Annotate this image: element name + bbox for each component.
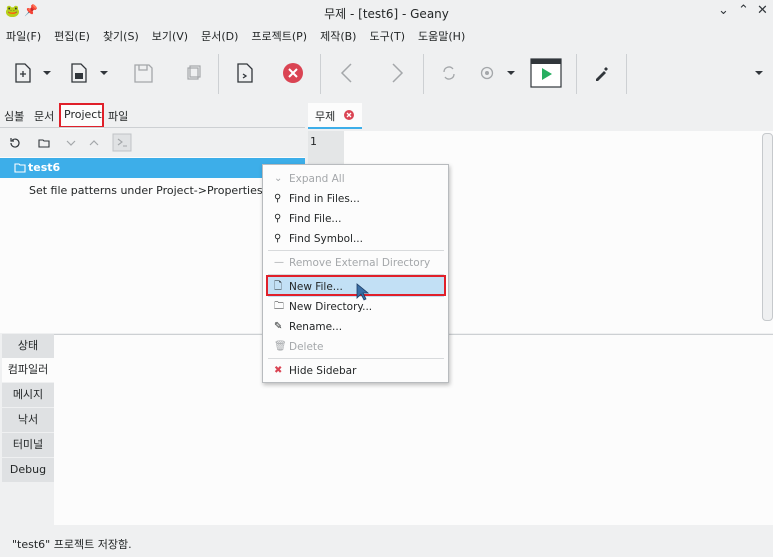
- new-folder-icon: 🗀: [274, 301, 284, 312]
- project-tab-highlight: [59, 103, 104, 128]
- menu-search[interactable]: 찾기(S): [95, 24, 144, 44]
- project-toolbar: [0, 131, 305, 155]
- toolbar-separator: [626, 54, 627, 94]
- editor-tab-label: 무제: [315, 110, 336, 123]
- menu-item-expand-all[interactable]: ⌄ Expand All: [268, 169, 444, 189]
- tab-compiler[interactable]: 컴파일러: [2, 358, 54, 382]
- active-tab-indicator: [308, 127, 362, 129]
- menu-separator: [268, 250, 444, 251]
- folder-icon: [14, 163, 26, 173]
- navigate-back-icon[interactable]: [334, 60, 360, 86]
- tab-documents[interactable]: 문서: [34, 108, 54, 124]
- tab-status[interactable]: 상태: [2, 334, 54, 358]
- search-icon: ⚲: [274, 233, 282, 244]
- refresh-icon[interactable]: [8, 136, 22, 150]
- minimize-button[interactable]: ⌄: [718, 3, 729, 18]
- tab-terminal[interactable]: 터미널: [2, 433, 54, 457]
- menu-item-rename[interactable]: ✎ Rename...: [268, 317, 444, 337]
- tree-hint: Set file patterns under Project->Propert…: [29, 184, 263, 197]
- menu-file[interactable]: 파일(F): [0, 24, 46, 44]
- menu-help[interactable]: 도움말(H): [410, 24, 470, 44]
- toolbar-separator: [218, 54, 219, 94]
- follow-selection-icon[interactable]: [112, 133, 132, 152]
- menu-item-find-file[interactable]: ⚲ Find File...: [268, 209, 444, 229]
- tab-symbols[interactable]: 심볼: [4, 108, 24, 124]
- maximize-button[interactable]: ⌃: [738, 3, 749, 18]
- build-icon[interactable]: [474, 60, 500, 86]
- remove-icon: —: [274, 257, 284, 268]
- status-bar: "test6" 프로젝트 저장함.: [0, 530, 773, 557]
- hide-sidebar-icon: ✖: [274, 365, 283, 376]
- save-icon[interactable]: [130, 60, 156, 86]
- tree-row-project[interactable]: test6: [0, 158, 305, 178]
- trash-icon: 🗑: [274, 341, 287, 352]
- compile-icon[interactable]: [436, 60, 462, 86]
- mouse-cursor-icon: [356, 283, 370, 301]
- sidebar-tabs: 심볼 문서 Project 파일: [0, 103, 305, 129]
- window-title: 무제 - [test6] - Geany: [324, 7, 449, 21]
- expand-all-icon: ⌄: [274, 173, 283, 184]
- menu-edit[interactable]: 편집(E): [46, 24, 95, 44]
- collapse-icon[interactable]: [87, 136, 101, 150]
- tab-debug[interactable]: Debug: [2, 458, 54, 482]
- menu-view[interactable]: 보기(V): [144, 24, 193, 44]
- build-dropdown-icon[interactable]: [504, 60, 518, 86]
- toolbar-separator: [423, 54, 424, 94]
- search-icon: ⚲: [274, 213, 282, 224]
- menu-item-remove-external-directory[interactable]: — Remove External Directory: [268, 253, 444, 273]
- editor-scrollbar[interactable]: [762, 133, 773, 321]
- new-file-dropdown-icon[interactable]: [40, 60, 54, 86]
- close-window-button[interactable]: ✕: [757, 3, 768, 18]
- toolbar: [0, 46, 773, 100]
- toolbar-separator: [576, 54, 577, 94]
- toolbar-separator: [320, 54, 321, 94]
- navigate-forward-icon[interactable]: [384, 60, 410, 86]
- tab-messages[interactable]: 메시지: [2, 383, 54, 407]
- execute-icon[interactable]: [530, 58, 562, 88]
- add-external-dir-icon[interactable]: [37, 136, 51, 150]
- menu-project[interactable]: 프로젝트(P): [243, 24, 312, 44]
- status-text: "test6" 프로젝트 저장함.: [12, 538, 132, 551]
- search-icon: ⚲: [274, 193, 282, 204]
- revert-icon[interactable]: [232, 60, 258, 86]
- tab-files[interactable]: 파일: [108, 108, 128, 124]
- menu-item-delete[interactable]: 🗑 Delete: [268, 337, 444, 357]
- color-picker-icon[interactable]: [588, 60, 614, 86]
- menu-item-find-symbol[interactable]: ⚲ Find Symbol...: [268, 229, 444, 249]
- menu-item-find-in-files[interactable]: ⚲ Find in Files...: [268, 189, 444, 209]
- rename-icon: ✎: [274, 321, 283, 332]
- editor-tab[interactable]: 무제: [308, 103, 362, 129]
- open-file-dropdown-icon[interactable]: [97, 60, 111, 86]
- close-tab-icon[interactable]: [344, 110, 354, 120]
- expand-icon[interactable]: [64, 136, 78, 150]
- new-file-icon[interactable]: [10, 60, 36, 86]
- menu-bar: 파일(F) 편집(E) 찾기(S) 보기(V) 문서(D) 프로젝트(P) 제작(B) 도구(…: [0, 24, 773, 46]
- toolbar-overflow-icon[interactable]: [752, 60, 766, 86]
- message-tabs: 상태 컴파일러 메시지 낙서 터미널 Debug: [0, 334, 54, 524]
- title-bar: 🐸 📌 무제 - [test6] - Geany ⌄ ⌃ ✕: [0, 0, 773, 24]
- context-menu: ⌄ Expand All ⚲ Find in Files... ⚲ Find File…: [262, 164, 449, 383]
- project-name: test6: [28, 161, 61, 174]
- menu-build[interactable]: 제작(B): [312, 24, 361, 44]
- menu-document[interactable]: 문서(D): [193, 24, 243, 44]
- divider: [0, 127, 305, 128]
- save-all-icon[interactable]: [180, 60, 206, 86]
- close-file-icon[interactable]: [280, 60, 306, 86]
- open-file-icon[interactable]: [66, 60, 92, 86]
- editor-tabs: 무제: [306, 103, 773, 129]
- menu-separator: [268, 358, 444, 359]
- line-number: 1: [310, 135, 317, 148]
- menu-item-hide-sidebar[interactable]: ✖ Hide Sidebar: [268, 361, 444, 381]
- menu-tools[interactable]: 도구(T): [361, 24, 410, 44]
- tab-scribble[interactable]: 낙서: [2, 408, 54, 432]
